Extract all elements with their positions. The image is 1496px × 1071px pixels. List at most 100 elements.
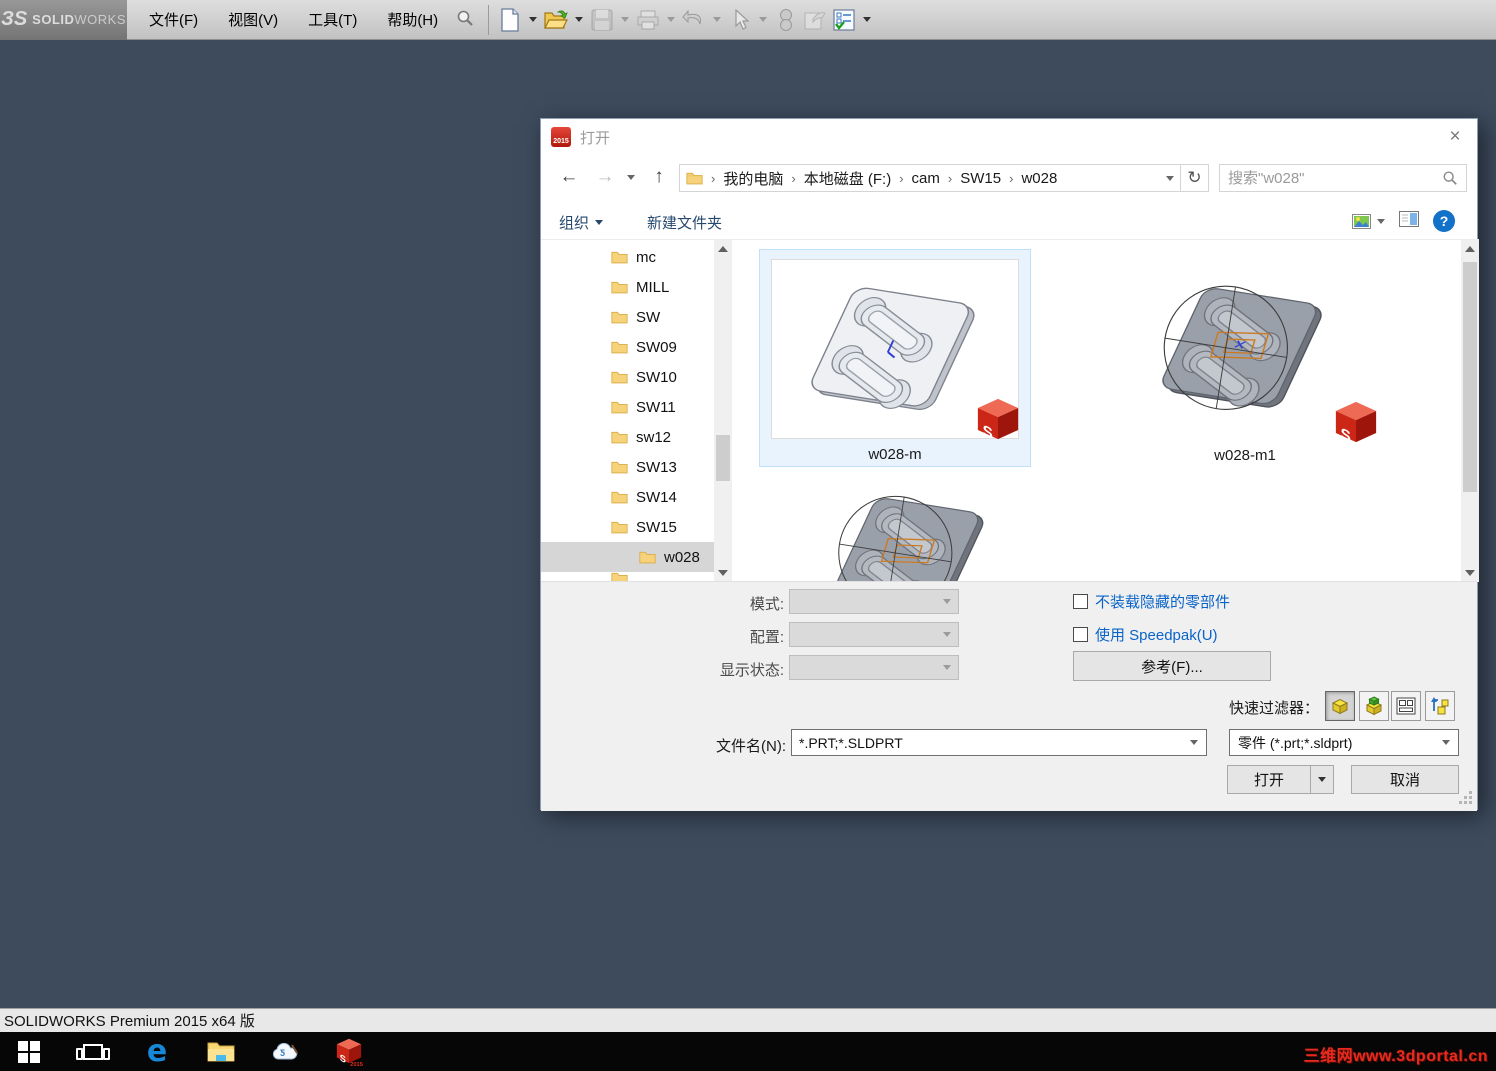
- top-assembly-icon: [1431, 697, 1449, 715]
- new-folder-button[interactable]: 新建文件夹: [647, 212, 722, 233]
- cloud-app-button[interactable]: Ƽ: [270, 1037, 300, 1067]
- cancel-button[interactable]: 取消: [1351, 765, 1459, 794]
- open-button[interactable]: [543, 6, 569, 34]
- organize-button[interactable]: 组织: [559, 212, 604, 233]
- filetype-select[interactable]: 零件 (*.prt;*.sldprt): [1229, 729, 1459, 756]
- preview-pane-button[interactable]: [1399, 211, 1419, 231]
- tree-item-sw11[interactable]: SW11: [541, 392, 714, 422]
- breadcrumb-w028[interactable]: w028: [1021, 170, 1057, 187]
- part-icon: [1331, 698, 1349, 715]
- breadcrumb-cam[interactable]: cam: [912, 170, 940, 187]
- menubar: 文件(F) 视图(V) 工具(T) 帮助(H): [149, 9, 438, 30]
- properties-button: [802, 6, 828, 34]
- filename-dropdown-icon[interactable]: [1190, 740, 1198, 745]
- filename-input[interactable]: [792, 734, 1190, 751]
- svg-text:S: S: [1341, 425, 1351, 445]
- refresh-icon[interactable]: ↻: [1181, 164, 1209, 192]
- open-confirm-button[interactable]: 打开: [1227, 765, 1311, 794]
- breadcrumb-my-computer[interactable]: 我的电脑: [723, 168, 783, 189]
- history-chevron-icon[interactable]: [623, 163, 639, 191]
- view-mode-dropdown-icon[interactable]: [1377, 218, 1385, 224]
- breadcrumb-sw15[interactable]: SW15: [960, 170, 1001, 187]
- filter-parts-button[interactable]: [1325, 691, 1355, 721]
- dialog-title: 打开: [580, 129, 611, 147]
- filename-combobox[interactable]: [791, 729, 1207, 756]
- tree-item-sw[interactable]: SW: [541, 302, 714, 332]
- file-item-w028-m1[interactable]: S W w028-m1: [1109, 249, 1381, 467]
- filetype-dropdown-icon[interactable]: [1442, 740, 1450, 745]
- breadcrumb-local-disk-f[interactable]: 本地磁盘 (F:): [804, 168, 892, 189]
- tree-item-mc[interactable]: mc: [541, 242, 714, 272]
- scroll-down-icon[interactable]: [1465, 570, 1475, 576]
- scroll-down-icon[interactable]: [718, 570, 728, 576]
- menu-search-icon[interactable]: [456, 9, 474, 31]
- tree-item-sw15[interactable]: SW15: [541, 512, 714, 542]
- filter-assemblies-button[interactable]: [1359, 691, 1389, 721]
- menu-view[interactable]: 视图(V): [228, 9, 278, 30]
- tree-item-w028-selected[interactable]: w028: [541, 542, 714, 572]
- solidworks-taskbar-button[interactable]: S W 2015: [334, 1037, 364, 1067]
- view-mode-button[interactable]: [1352, 213, 1385, 229]
- resize-grip[interactable]: [1459, 791, 1472, 804]
- task-view-button[interactable]: [76, 1037, 110, 1067]
- tree-item-sw14[interactable]: SW14: [541, 482, 714, 512]
- tree-item-sw13[interactable]: SW13: [541, 452, 714, 482]
- configuration-select: [789, 622, 959, 647]
- svg-text:W: W: [1002, 396, 1017, 400]
- hide-hidden-components-checkbox-row: 不装载隐藏的零部件: [1073, 591, 1230, 612]
- file-item-partial[interactable]: [822, 480, 1002, 582]
- tree-item-mill[interactable]: MILL: [541, 272, 714, 302]
- tree-scrollbar[interactable]: [714, 240, 732, 582]
- tree-item-sw10[interactable]: SW10: [541, 362, 714, 392]
- file-list-scrollbar-thumb[interactable]: [1463, 262, 1477, 492]
- svg-text:S: S: [983, 422, 993, 442]
- filter-top-level-assembly-button[interactable]: [1425, 691, 1455, 721]
- filetype-value: 零件 (*.prt;*.sldprt): [1238, 734, 1353, 751]
- open-split-dropdown[interactable]: [1310, 765, 1334, 794]
- new-document-dropdown[interactable]: [529, 17, 538, 22]
- file-list-scrollbar[interactable]: [1461, 240, 1479, 582]
- status-text: SOLIDWORKS Premium 2015 x64 版: [4, 1013, 255, 1030]
- search-icon[interactable]: [1442, 170, 1458, 186]
- start-button[interactable]: [14, 1037, 44, 1067]
- folder-tree: mc MILL SW SW09 SW10 SW11 sw12 SW13 SW14…: [541, 240, 714, 582]
- menu-help[interactable]: 帮助(H): [387, 9, 438, 30]
- options-button[interactable]: [831, 6, 857, 34]
- hide-hidden-components-label[interactable]: 不装载隐藏的零部件: [1095, 591, 1230, 612]
- search-input[interactable]: [1228, 169, 1442, 187]
- menu-tools[interactable]: 工具(T): [308, 9, 357, 30]
- open-dropdown[interactable]: [575, 17, 584, 22]
- tree-item-sw12[interactable]: sw12: [541, 422, 714, 452]
- svg-text:S: S: [340, 1052, 347, 1065]
- help-icon[interactable]: ?: [1433, 210, 1455, 232]
- address-dropdown-icon[interactable]: [1166, 175, 1174, 181]
- back-icon[interactable]: ←: [555, 163, 583, 191]
- dialog-titlebar[interactable]: 2015 打开 ×: [541, 119, 1477, 155]
- new-document-button[interactable]: [497, 6, 523, 34]
- folder-icon: [611, 431, 628, 444]
- toolbar: [497, 6, 874, 34]
- tree-scrollbar-thumb[interactable]: [716, 435, 730, 481]
- file-item-w028-m[interactable]: S W w028-m: [759, 249, 1031, 467]
- file-explorer-button[interactable]: [206, 1037, 236, 1067]
- edge-browser-button[interactable]: e: [142, 1036, 172, 1067]
- cloud-app-icon: Ƽ: [272, 1042, 298, 1059]
- use-speedpak-checkbox[interactable]: [1073, 627, 1088, 642]
- references-button[interactable]: 参考(F)...: [1073, 651, 1271, 681]
- use-speedpak-label[interactable]: 使用 Speedpak(U): [1095, 624, 1218, 645]
- options-dropdown[interactable]: [863, 17, 872, 22]
- save-button: [589, 6, 615, 34]
- address-bar[interactable]: › 我的电脑 › 本地磁盘 (F:) › cam › SW15 › w028: [679, 164, 1181, 192]
- hide-hidden-components-checkbox[interactable]: [1073, 594, 1088, 609]
- solidworks-logo: ЗS SOLIDWORKS: [0, 0, 127, 40]
- close-icon[interactable]: ×: [1441, 124, 1469, 150]
- menu-file[interactable]: 文件(F): [149, 9, 198, 30]
- filter-drawings-button[interactable]: [1391, 691, 1421, 721]
- scroll-up-icon[interactable]: [718, 246, 728, 252]
- search-box[interactable]: [1219, 164, 1467, 192]
- command-bar: 组织 新建文件夹 ?: [541, 207, 1477, 237]
- tree-item-sw09[interactable]: SW09: [541, 332, 714, 362]
- scroll-up-icon[interactable]: [1465, 246, 1475, 252]
- up-icon[interactable]: ↑: [645, 163, 673, 191]
- folder-icon: [611, 281, 628, 294]
